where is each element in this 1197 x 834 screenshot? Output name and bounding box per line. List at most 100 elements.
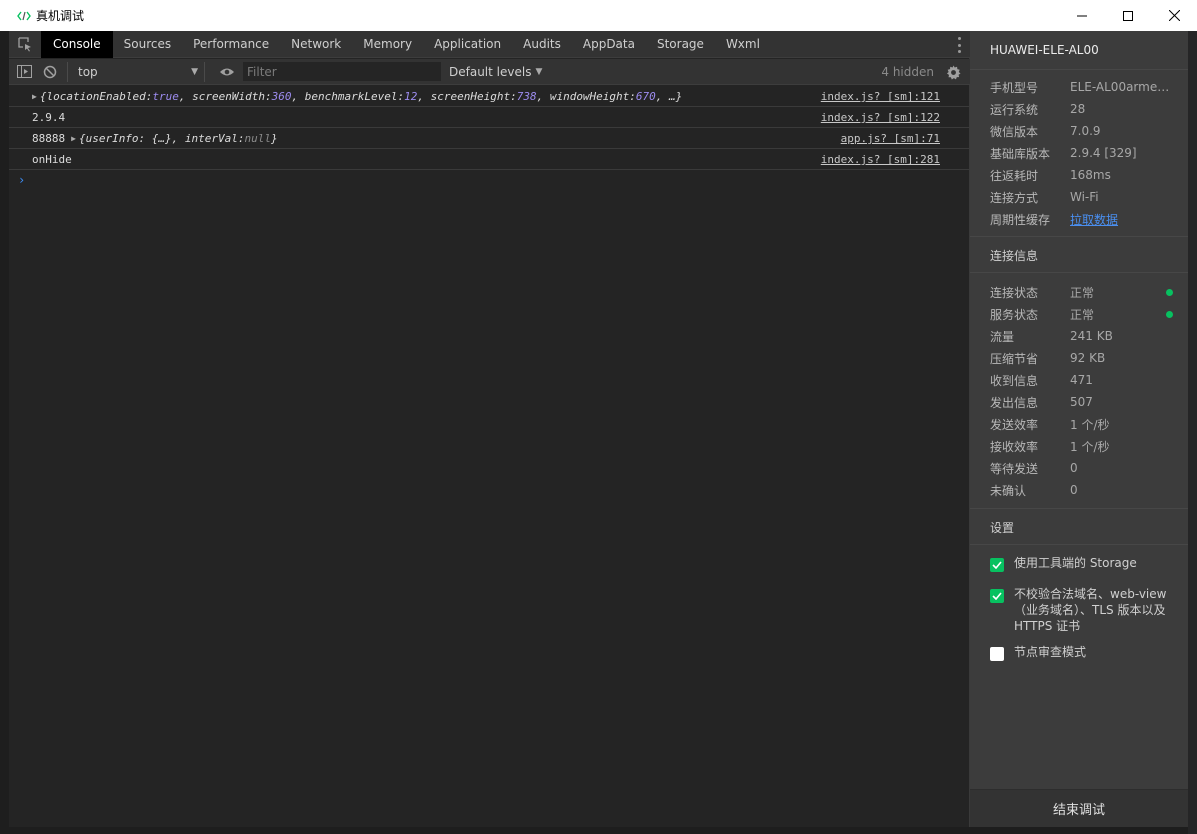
source-link[interactable]: index.js? [sm]:281 <box>821 153 940 166</box>
setting-label: 不校验合法域名、web-view（业务域名）、TLS 版本以及 HTTPS 证书 <box>1014 587 1167 633</box>
log-message: onHide <box>32 152 72 166</box>
connection-row: 连接状态 正常 <box>990 281 1180 303</box>
divider <box>970 544 1188 545</box>
status-ok-icon <box>1166 311 1173 318</box>
devtools-window: 真机调试 Console Sources Performance Network… <box>0 0 1197 834</box>
log-message: ▶ {locationEnabled: true, screenWidth: 3… <box>32 89 683 103</box>
inspect-element-button[interactable] <box>9 31 41 58</box>
log-row[interactable]: 88888 ▶ {userInfo: {…}, interVal: null} … <box>9 128 970 149</box>
maximize-icon <box>1123 10 1133 21</box>
connection-section-title: 连接信息 <box>990 249 1039 263</box>
connection-row: 服务状态 正常 <box>990 303 1180 325</box>
hidden-count: 4 hidden <box>881 65 934 79</box>
info-row: 运行系统 28 <box>990 102 1086 117</box>
tab-performance[interactable]: Performance <box>182 31 280 58</box>
context-value: top <box>78 64 98 79</box>
divider <box>970 69 1188 70</box>
setting-label: 节点审查模式 <box>1014 645 1087 659</box>
source-link[interactable]: app.js? [sm]:71 <box>841 132 940 145</box>
connection-row: 接收效率 1 个/秒 <box>990 439 1110 454</box>
live-expression-button[interactable] <box>213 59 241 85</box>
log-message: 88888 ▶ {userInfo: {…}, interVal: null} <box>32 131 278 145</box>
log-message: 2.9.4 <box>32 110 66 124</box>
tab-application[interactable]: Application <box>423 31 512 58</box>
tab-console[interactable]: Console <box>41 30 113 58</box>
settings-section-title: 设置 <box>990 521 1015 535</box>
dropdown-arrow-icon: ▼ <box>191 66 198 77</box>
minimize-button[interactable] <box>1059 0 1105 31</box>
title-bar: 真机调试 <box>0 0 1197 31</box>
filter-input[interactable] <box>243 62 441 81</box>
devtools-pane: Console Sources Performance Network Memo… <box>9 30 970 827</box>
fetch-data-link[interactable]: 拉取数据 <box>1070 211 1170 228</box>
info-row: 往返耗时 168ms <box>990 168 1111 183</box>
console-settings-button[interactable] <box>944 63 962 81</box>
tab-audits[interactable]: Audits <box>512 31 572 58</box>
connection-row: 发出信息 507 <box>990 395 1093 410</box>
code-icon <box>16 9 32 23</box>
info-row: 周期性缓存 拉取数据 <box>990 208 1180 230</box>
checkbox-checked[interactable] <box>990 558 1004 572</box>
log-row[interactable]: onHide index.js? [sm]:281 <box>9 149 970 170</box>
expand-triangle-icon[interactable]: ▶ <box>32 92 37 101</box>
connection-row: 未确认 0 <box>990 483 1078 498</box>
device-info-panel: HUAWEI-ELE-AL00 手机型号ELE-AL00armeabi-v7a … <box>970 31 1188 827</box>
source-link[interactable]: index.js? [sm]:122 <box>821 111 940 124</box>
divider <box>970 508 1188 509</box>
log-levels-label: Default levels <box>449 64 532 79</box>
expand-triangle-icon[interactable]: ▶ <box>71 134 76 143</box>
window-controls <box>1059 0 1197 31</box>
info-row: 手机型号ELE-AL00armeabi-v7a <box>990 80 1170 95</box>
info-row: 基础库版本 2.9.4 [329] <box>990 146 1137 161</box>
check-icon <box>992 592 1002 600</box>
divider <box>970 272 1188 273</box>
console-log: ▶ {locationEnabled: true, screenWidth: 3… <box>9 86 970 190</box>
status-ok-icon <box>1166 289 1173 296</box>
check-icon <box>992 561 1002 569</box>
maximize-button[interactable] <box>1105 0 1151 31</box>
tab-memory[interactable]: Memory <box>352 31 423 58</box>
close-button[interactable] <box>1151 0 1197 31</box>
info-row: 连接方式 Wi-Fi <box>990 190 1099 205</box>
more-options-icon[interactable] <box>956 37 962 53</box>
eye-icon <box>220 68 234 75</box>
log-row[interactable]: 2.9.4 index.js? [sm]:122 <box>9 107 970 128</box>
clear-icon <box>43 65 57 78</box>
tab-sources[interactable]: Sources <box>113 31 182 58</box>
source-link[interactable]: index.js? [sm]:121 <box>821 90 940 103</box>
end-debug-button[interactable]: 结束调试 <box>970 789 1188 827</box>
checkbox-unchecked[interactable] <box>990 647 1004 661</box>
setting-node-inspect-mode[interactable]: 节点审查模式 <box>990 644 1175 661</box>
device-name: HUAWEI-ELE-AL00 <box>990 43 1099 57</box>
content-frame: Console Sources Performance Network Memo… <box>0 30 1197 834</box>
gear-icon <box>946 64 961 79</box>
sidebar-toggle-icon <box>16 65 32 78</box>
connection-row: 流量 241 KB <box>990 329 1113 344</box>
background-window-edge <box>1188 31 1197 834</box>
inspect-icon <box>18 37 31 52</box>
tab-wxml[interactable]: Wxml <box>715 31 771 58</box>
tab-storage[interactable]: Storage <box>646 31 715 58</box>
devtools-tab-bar: Console Sources Performance Network Memo… <box>9 30 970 58</box>
minimize-icon <box>1077 15 1087 16</box>
prompt-chevron-icon: › <box>18 173 26 187</box>
close-icon <box>1168 10 1180 21</box>
console-toolbar: top ▼ Default levels ▼ 4 hidden <box>9 59 970 85</box>
dropdown-arrow-icon: ▼ <box>535 66 543 77</box>
setting-label: 使用工具端的 Storage <box>1014 556 1137 570</box>
show-sidebar-button[interactable] <box>13 59 35 85</box>
tab-appdata[interactable]: AppData <box>572 31 646 58</box>
connection-row: 等待发送 0 <box>990 461 1078 476</box>
context-selector[interactable]: top ▼ <box>67 61 205 82</box>
connection-row: 压缩节省 92 KB <box>990 351 1106 366</box>
tab-network[interactable]: Network <box>280 31 352 58</box>
log-row[interactable]: ▶ {locationEnabled: true, screenWidth: 3… <box>9 86 970 107</box>
setting-skip-domain-check[interactable]: 不校验合法域名、web-view（业务域名）、TLS 版本以及 HTTPS 证书 <box>990 586 1175 634</box>
connection-row: 发送效率 1 个/秒 <box>990 417 1110 432</box>
console-prompt[interactable]: › <box>9 170 970 190</box>
clear-console-button[interactable] <box>39 59 61 85</box>
info-row: 微信版本 7.0.9 <box>990 124 1101 139</box>
log-levels-dropdown[interactable]: Default levels ▼ <box>449 65 542 79</box>
checkbox-checked[interactable] <box>990 589 1004 603</box>
setting-use-tool-storage[interactable]: 使用工具端的 Storage <box>990 555 1175 572</box>
